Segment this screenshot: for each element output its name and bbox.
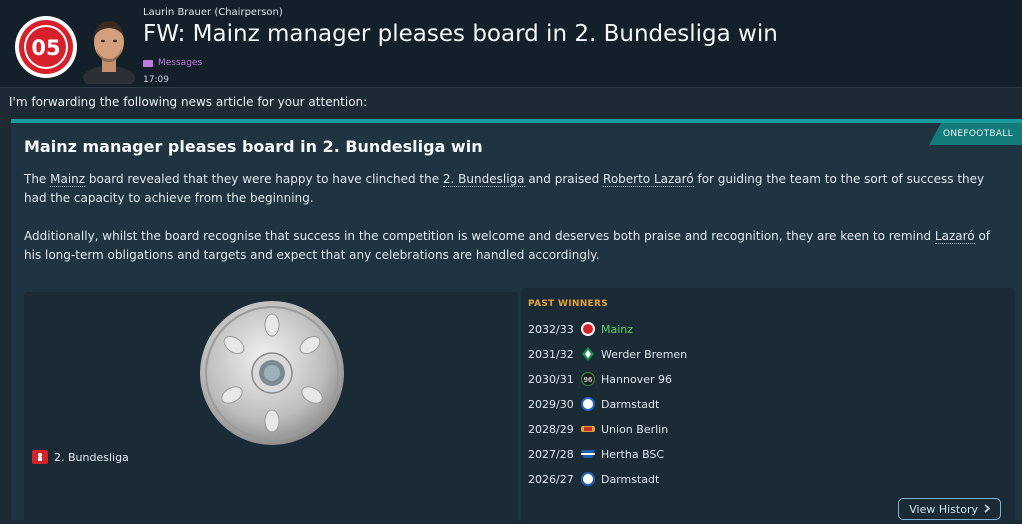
club-name: Hannover 96 <box>601 372 672 386</box>
hannover-badge-icon: 96 <box>581 372 595 386</box>
darmstadt-badge-icon <box>581 472 595 486</box>
winner-row[interactable]: 2029/30 Darmstadt <box>528 395 659 413</box>
past-winners-header: PAST WINNERS <box>528 299 608 309</box>
messages-tag[interactable]: Messages <box>143 58 202 68</box>
club-badge-icon: 05 <box>15 16 77 78</box>
season: 2030/31 <box>528 372 574 386</box>
page-title: FW: Mainz manager pleases board in 2. Bu… <box>143 21 778 47</box>
winner-row[interactable]: 2026/27 Darmstadt <box>528 470 659 488</box>
bundesliga-icon <box>32 450 48 464</box>
trophy-image <box>199 300 345 446</box>
sender-name: Laurin Brauer (Chairperson) <box>143 7 283 18</box>
club-badge-text: 05 <box>31 36 60 60</box>
club-name: Darmstadt <box>601 397 660 411</box>
league-label[interactable]: 2. Bundesliga <box>32 450 129 464</box>
article-paragraph-2: Additionally, whilst the board recognise… <box>24 227 999 265</box>
trophy-panel: 2. Bundesliga <box>24 292 518 524</box>
chevron-right-icon <box>984 503 991 516</box>
winner-row[interactable]: 2031/32 Werder Bremen <box>528 345 687 363</box>
season: 2028/29 <box>528 422 574 436</box>
text: and praised <box>524 172 604 186</box>
source-tag: ONEFOOTBALL <box>928 123 1022 145</box>
article-paragraph-1: The Mainz board revealed that they were … <box>24 170 999 208</box>
view-history-button[interactable]: View History <box>898 498 1001 520</box>
manager-link[interactable]: Lazaró <box>934 229 975 244</box>
svg-text:96: 96 <box>584 376 593 384</box>
text: Additionally, whilst the board recognise… <box>24 229 935 243</box>
past-winners-panel: PAST WINNERS 2032/33 Mainz 2031/32 Werde… <box>521 288 1015 524</box>
message-header: 05 Laurin Brauer (Chairperson) FW: Mainz… <box>0 0 1022 90</box>
league-name: 2. Bundesliga <box>54 450 129 464</box>
mainz-badge-icon <box>581 322 595 336</box>
season: 2029/30 <box>528 397 574 411</box>
season: 2032/33 <box>528 322 574 336</box>
darmstadt-badge-icon <box>581 397 595 411</box>
league-link[interactable]: 2. Bundesliga <box>442 172 525 187</box>
messages-tag-label: Messages <box>158 58 203 68</box>
season: 2027/28 <box>528 447 574 461</box>
winner-row[interactable]: 2032/33 Mainz <box>528 320 633 338</box>
article-title: Mainz manager pleases board in 2. Bundes… <box>24 137 483 156</box>
hertha-badge-icon <box>581 447 595 461</box>
club-name: Hertha BSC <box>601 447 665 461</box>
avatar <box>80 12 138 90</box>
manager-link[interactable]: Roberto Lazaró <box>603 172 694 187</box>
club-name: Union Berlin <box>601 422 669 436</box>
werder-badge-icon <box>581 347 595 361</box>
club-name: Mainz <box>601 322 634 336</box>
season: 2031/32 <box>528 347 574 361</box>
news-article: ONEFOOTBALL Mainz manager pleases board … <box>11 119 1022 524</box>
message-tag-icon <box>143 59 153 67</box>
text: The <box>24 172 51 186</box>
message-time: 17:09 <box>143 75 169 85</box>
view-history-label: View History <box>909 502 978 516</box>
winner-row[interactable]: 2030/31 96 Hannover 96 <box>528 370 672 388</box>
club-name: Werder Bremen <box>601 347 688 361</box>
winner-row[interactable]: 2028/29 Union Berlin <box>528 420 668 438</box>
season: 2026/27 <box>528 472 574 486</box>
club-link[interactable]: Mainz <box>50 172 86 187</box>
text: board revealed that they were happy to h… <box>85 172 443 186</box>
union-badge-icon <box>581 422 595 436</box>
club-name: Darmstadt <box>601 472 660 486</box>
winner-row[interactable]: 2027/28 Hertha BSC <box>528 445 664 463</box>
intro-text: I'm forwarding the following news articl… <box>9 95 368 109</box>
